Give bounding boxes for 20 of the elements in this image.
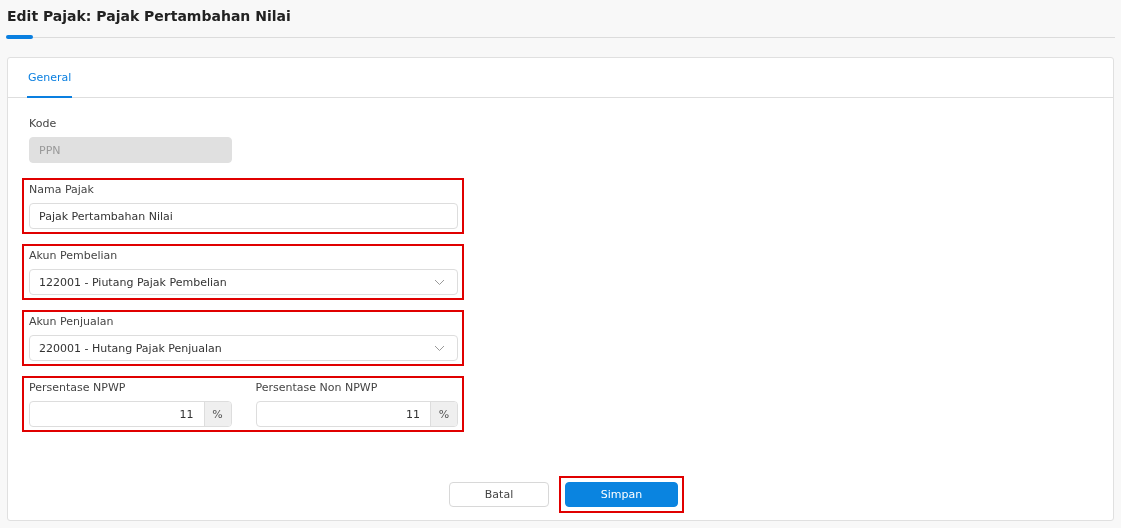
save-button[interactable]: Simpan (565, 482, 678, 507)
percent-field[interactable]: 11 % (29, 401, 232, 427)
text-field[interactable]: Pajak Pertambahan Nilai (29, 203, 458, 229)
dropdown-field[interactable]: 220001 - Hutang Pajak Penjualan (29, 335, 458, 361)
field-label: Persentase Non NPWP (255, 381, 379, 395)
field-label: Akun Pembelian (29, 249, 119, 263)
chevron-down-icon (434, 278, 445, 286)
title-accent (6, 35, 33, 39)
field-label: Persentase NPWP (29, 381, 127, 395)
field-label: Kode (29, 117, 58, 131)
page-title: Edit Pajak: Pajak Pertambahan Nilai (7, 7, 292, 26)
percent-field[interactable]: 11 % (255, 401, 458, 427)
cancel-button[interactable]: Batal (449, 482, 549, 507)
unit-addon: % (430, 402, 457, 426)
field-label: Akun Penjualan (29, 315, 115, 329)
tab[interactable]: General (27, 58, 73, 98)
dropdown-field[interactable]: 122001 - Piutang Pajak Pembelian (29, 269, 458, 295)
field-label: Nama Pajak (29, 183, 95, 197)
chevron-down-icon (434, 344, 445, 352)
unit-addon: % (203, 402, 231, 426)
